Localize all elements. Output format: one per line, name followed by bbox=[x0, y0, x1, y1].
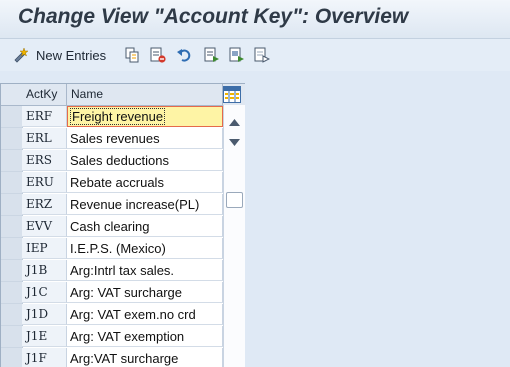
cell-name-text: Freight revenue bbox=[70, 108, 166, 125]
row-selector[interactable] bbox=[1, 238, 23, 260]
row-selector[interactable] bbox=[1, 348, 23, 367]
cell-name-text: Arg: VAT exemption bbox=[70, 329, 185, 344]
cell-account-key: J1E bbox=[22, 326, 67, 347]
table-row[interactable]: J1B Arg:Intrl tax sales. bbox=[1, 260, 223, 282]
table-row[interactable]: J1E Arg: VAT exemption bbox=[1, 326, 223, 348]
row-selector[interactable] bbox=[1, 326, 23, 348]
cell-name-text: Arg:Intrl tax sales. bbox=[70, 263, 175, 278]
cell-account-key: J1C bbox=[22, 282, 67, 303]
table-row[interactable]: ERS Sales deductions bbox=[1, 150, 223, 172]
select-block-button[interactable] bbox=[229, 46, 245, 64]
table-row[interactable]: J1F Arg:VAT surcharge bbox=[1, 348, 223, 367]
cell-name-input[interactable]: Revenue increase(PL) bbox=[67, 194, 223, 215]
undo-button[interactable] bbox=[176, 46, 192, 64]
copy-icon bbox=[124, 47, 140, 63]
scroll-thumb[interactable] bbox=[226, 192, 243, 208]
select-block-icon bbox=[229, 47, 245, 63]
cell-name-text: Revenue increase(PL) bbox=[70, 197, 200, 212]
copy-button[interactable] bbox=[124, 46, 140, 64]
table-settings-icon bbox=[223, 86, 241, 103]
cell-name-text: Arg: VAT surcharge bbox=[70, 285, 182, 300]
cell-account-key: IEP bbox=[22, 238, 67, 259]
deselect-all-icon bbox=[254, 47, 270, 63]
cell-account-key: ERF bbox=[22, 106, 67, 127]
deselect-all-button[interactable] bbox=[254, 46, 270, 64]
cell-name-text: Cash clearing bbox=[70, 219, 150, 234]
new-entries-label: New Entries bbox=[36, 47, 107, 63]
cell-name-input[interactable]: I.E.P.S. (Mexico) bbox=[67, 238, 223, 259]
cell-name-text: Rebate accruals bbox=[70, 175, 164, 190]
title-bar: Change View "Account Key": Overview bbox=[0, 0, 510, 39]
cell-name-input[interactable]: Sales deductions bbox=[67, 150, 223, 171]
table-row[interactable]: J1C Arg: VAT surcharge bbox=[1, 282, 223, 304]
new-entries-button[interactable]: New Entries bbox=[12, 46, 106, 64]
account-key-table: ActKy Name ERF Freight revenue ERL Sales re… bbox=[0, 83, 245, 367]
new-entries-icon bbox=[12, 47, 30, 63]
delete-button[interactable] bbox=[150, 46, 166, 64]
cell-account-key: ERU bbox=[22, 172, 67, 193]
row-selector[interactable] bbox=[1, 216, 23, 238]
cell-name-text: Sales revenues bbox=[70, 131, 160, 146]
row-selector[interactable] bbox=[1, 128, 23, 150]
cell-name-input[interactable]: Arg: VAT exem.no crd bbox=[67, 304, 223, 325]
page-title: Change View "Account Key": Overview bbox=[18, 5, 409, 28]
row-selector[interactable] bbox=[1, 106, 23, 128]
cell-account-key: ERL bbox=[22, 128, 67, 149]
table-row[interactable]: ERZ Revenue increase(PL) bbox=[1, 194, 223, 216]
row-selector[interactable] bbox=[1, 150, 23, 172]
select-all-icon bbox=[204, 47, 220, 63]
cell-name-text: Sales deductions bbox=[70, 153, 170, 168]
cell-account-key: EVV bbox=[22, 216, 67, 237]
table-row[interactable]: EVV Cash clearing bbox=[1, 216, 223, 238]
toolbar: New Entries bbox=[0, 39, 510, 71]
scroll-down-icon[interactable] bbox=[229, 133, 240, 151]
scroll-up-icon[interactable] bbox=[229, 113, 240, 131]
row-selector[interactable] bbox=[1, 304, 23, 326]
cell-name-input[interactable]: Arg:Intrl tax sales. bbox=[67, 260, 223, 281]
cell-account-key: ERS bbox=[22, 150, 67, 171]
cell-account-key: J1F bbox=[22, 348, 67, 367]
table-row[interactable]: ERF Freight revenue bbox=[1, 106, 223, 128]
cell-name-text: I.E.P.S. (Mexico) bbox=[70, 241, 166, 256]
cell-name-text: Arg: VAT exem.no crd bbox=[70, 307, 196, 322]
cell-name-input[interactable]: Rebate accruals bbox=[67, 172, 223, 193]
cell-account-key: J1B bbox=[22, 260, 67, 281]
cell-name-input[interactable]: Arg: VAT exemption bbox=[67, 326, 223, 347]
row-selector[interactable] bbox=[1, 172, 23, 194]
delete-icon bbox=[150, 47, 166, 63]
table-header: ActKy Name bbox=[22, 84, 245, 106]
table-row[interactable]: IEP I.E.P.S. (Mexico) bbox=[1, 238, 223, 260]
row-selector[interactable] bbox=[1, 282, 23, 304]
select-all-rows-header[interactable] bbox=[1, 84, 23, 106]
cell-name-input[interactable]: Sales revenues bbox=[67, 128, 223, 149]
cell-name-input[interactable]: Cash clearing bbox=[67, 216, 223, 237]
column-header-name[interactable]: Name bbox=[67, 84, 223, 105]
cell-account-key: J1D bbox=[22, 304, 67, 325]
row-selector[interactable] bbox=[1, 194, 23, 216]
cell-name-text: Arg:VAT surcharge bbox=[70, 351, 179, 366]
table-row[interactable]: ERL Sales revenues bbox=[1, 128, 223, 150]
table-row[interactable]: J1D Arg: VAT exem.no crd bbox=[1, 304, 223, 326]
cell-name-input[interactable]: Freight revenue bbox=[67, 106, 223, 127]
cell-name-input[interactable]: Arg:VAT surcharge bbox=[67, 348, 223, 367]
table-row[interactable]: ERU Rebate accruals bbox=[1, 172, 223, 194]
select-all-button[interactable] bbox=[204, 46, 220, 64]
row-selector[interactable] bbox=[1, 260, 23, 282]
cell-account-key: ERZ bbox=[22, 194, 67, 215]
column-header-actky[interactable]: ActKy bbox=[22, 84, 67, 105]
undo-icon bbox=[176, 47, 192, 63]
vertical-scrollbar[interactable] bbox=[223, 105, 245, 367]
cell-name-input[interactable]: Arg: VAT surcharge bbox=[67, 282, 223, 303]
